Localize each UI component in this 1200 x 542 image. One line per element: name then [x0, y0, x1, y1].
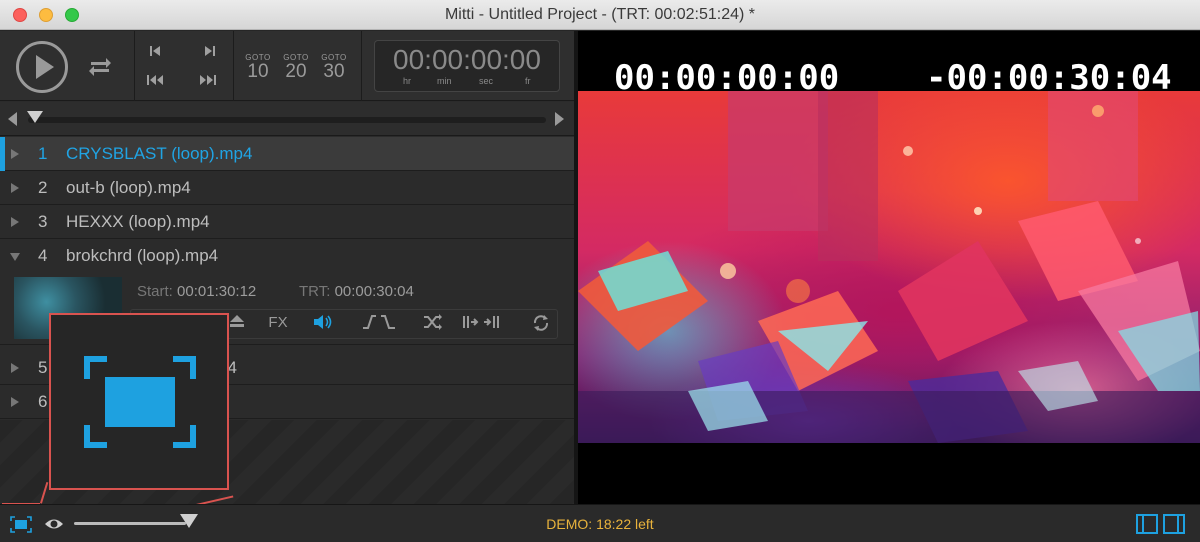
video-content: [578, 91, 1200, 443]
goto-value: 10: [247, 61, 269, 82]
expand-arrow-icon[interactable]: [11, 217, 19, 227]
play-button[interactable]: [16, 41, 68, 93]
cue-number: 5: [38, 358, 48, 377]
unit-sec: sec: [479, 76, 494, 86]
cue-trt: TRT: 00:00:30:04: [299, 283, 414, 300]
fade-in-out-icon[interactable]: [359, 314, 399, 334]
cue-start: Start: 00:01:30:12: [137, 283, 256, 300]
active-indicator: [0, 137, 5, 171]
start-label: Start:: [137, 283, 173, 300]
fast-forward-button[interactable]: [198, 73, 218, 90]
skip-next-icon[interactable]: [461, 314, 505, 334]
loop-icon: [89, 58, 111, 76]
fullscreen-icon: [84, 356, 196, 448]
expand-arrow-icon[interactable]: [11, 149, 19, 159]
video-preview: 00:00:00:00 -00:00:30:04: [578, 31, 1200, 504]
transport-divider: [134, 31, 135, 101]
playhead-scrubber: [0, 102, 574, 136]
previous-icon: [150, 46, 160, 56]
trt-value: 00:00:30:04: [334, 283, 414, 300]
fx-button[interactable]: FX: [264, 314, 292, 331]
cue-number: 4: [38, 246, 48, 265]
status-bar: DEMO: 18:22 left: [0, 504, 1200, 542]
cue-row-3[interactable]: 3 HEXXX (loop).mp4: [0, 205, 574, 239]
transport-bar: GOTO 10 GOTO 20 GOTO 30 00:00:00:00 hr m…: [0, 31, 574, 101]
fast-forward-icon: [200, 75, 216, 85]
demo-status: DEMO: 18:22 left: [546, 516, 654, 532]
cue-row-1[interactable]: 1 CRYSBLAST (loop).mp4: [0, 137, 574, 171]
cue-number: 1: [38, 144, 48, 163]
video-frame: [578, 91, 1200, 443]
shuffle-icon[interactable]: [419, 314, 447, 334]
next-icon: [205, 46, 215, 56]
scrub-left-arrow[interactable]: [8, 112, 17, 126]
cue-name: CRYSBLAST (loop).mp4: [66, 144, 253, 163]
volume-icon[interactable]: [309, 314, 337, 334]
scrub-right-arrow[interactable]: [555, 112, 564, 126]
goto-20-button[interactable]: GOTO 20: [281, 53, 311, 82]
trt-label: TRT:: [299, 283, 331, 300]
cue-name: out-b (loop).mp4: [66, 178, 191, 197]
expand-arrow-icon[interactable]: [11, 363, 19, 373]
rewind-button[interactable]: [145, 73, 165, 90]
transport-divider: [361, 31, 362, 101]
cue-name: HEXXX (loop).mp4: [66, 212, 210, 231]
title-bar: Mitti - Untitled Project - (TRT: 00:02:5…: [0, 0, 1200, 30]
transport-divider: [233, 31, 234, 101]
playhead-handle[interactable]: [27, 111, 43, 123]
cue-row-2[interactable]: 2 out-b (loop).mp4: [0, 171, 574, 205]
layout-left-button[interactable]: [1136, 514, 1158, 534]
cue-number: 2: [38, 178, 48, 197]
rewind-icon: [147, 75, 163, 85]
fullscreen-zoom-callout: [49, 313, 229, 490]
repeat-icon[interactable]: [527, 314, 555, 336]
previous-cue-button[interactable]: [145, 44, 165, 61]
window-title: Mitti - Untitled Project - (TRT: 00:02:5…: [444, 6, 756, 23]
layout-right-button[interactable]: [1163, 514, 1185, 534]
expand-arrow-icon[interactable]: [11, 397, 19, 407]
goto-value: 20: [285, 61, 307, 82]
cue-row-4[interactable]: 4 brokchrd (loop).mp4: [0, 239, 574, 273]
unit-min: min: [437, 76, 452, 86]
goto-value: 30: [323, 61, 345, 82]
unit-fr: fr: [525, 76, 531, 86]
cue-name: brokchrd (loop).mp4: [66, 246, 219, 265]
app-window: Mitti - Untitled Project - (TRT: 00:02:5…: [0, 0, 1200, 542]
goto-10-button[interactable]: GOTO 10: [243, 53, 273, 82]
goto-30-button[interactable]: GOTO 30: [319, 53, 349, 82]
collapse-arrow-icon[interactable]: [10, 253, 20, 261]
cue-number: 6: [38, 392, 48, 411]
unit-hr: hr: [403, 76, 412, 86]
loop-button[interactable]: [84, 51, 116, 83]
next-cue-button[interactable]: [200, 44, 220, 61]
cue-number: 3: [38, 212, 48, 231]
start-value: 00:01:30:12: [177, 283, 257, 300]
timecode-display: 00:00:00:00 hr min sec fr: [374, 40, 560, 92]
expand-arrow-icon[interactable]: [11, 183, 19, 193]
timecode-value: 00:00:00:00: [393, 44, 541, 75]
scrub-track[interactable]: [28, 117, 546, 123]
